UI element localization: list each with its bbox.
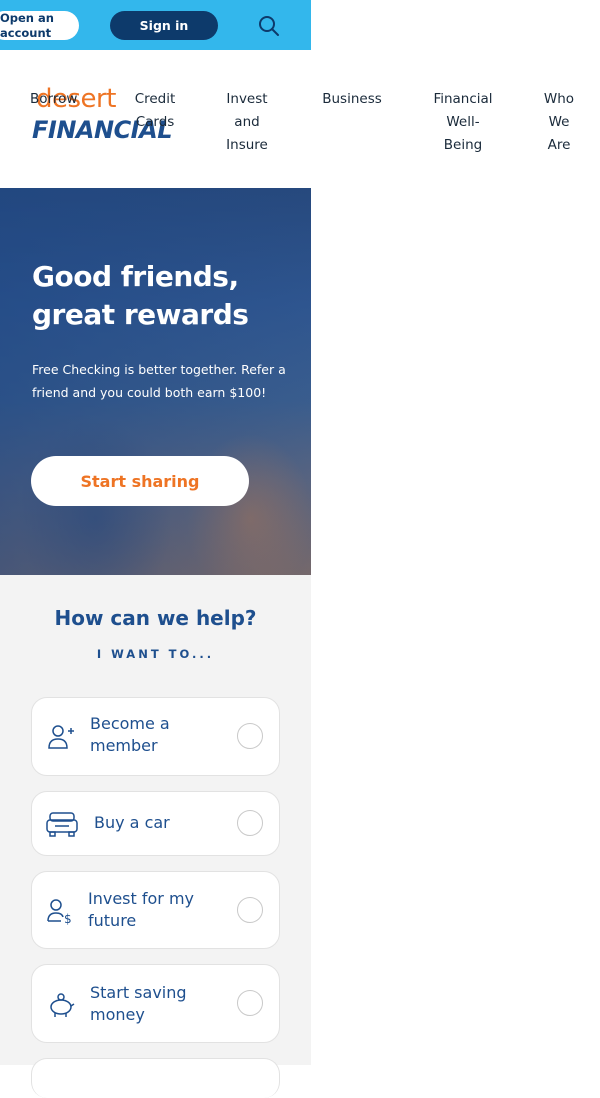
- option-label: Start saving money: [90, 983, 187, 1024]
- add-person-icon: [48, 725, 74, 749]
- start-sharing-button[interactable]: Start sharing: [31, 456, 249, 506]
- option-radio[interactable]: [237, 897, 263, 923]
- option-start-saving-money[interactable]: Start saving money: [31, 964, 280, 1043]
- option-buy-a-car[interactable]: Buy a car: [31, 791, 280, 856]
- open-account-button[interactable]: Open an account: [0, 11, 79, 40]
- nav-item-invest-and-insure[interactable]: Invest and Insure: [218, 88, 276, 157]
- nav-item-credit-cards[interactable]: Credit Cards: [128, 88, 182, 134]
- option-become-a-member[interactable]: Become a member: [31, 697, 280, 776]
- hero-text: Free Checking is better together. Refer …: [32, 362, 286, 400]
- utility-bar: Open an account Sign in: [0, 0, 311, 50]
- piggy-bank-icon: [50, 993, 75, 1017]
- option-label: Invest for my future: [88, 889, 195, 930]
- option-radio[interactable]: [237, 810, 263, 836]
- option-invest-for-my-future[interactable]: $ Invest for my future: [31, 871, 280, 949]
- help-subtitle: I WANT TO...: [96, 647, 215, 661]
- help-title: How can we help?: [54, 606, 257, 630]
- nav-item-business[interactable]: Business: [316, 88, 388, 111]
- search-icon[interactable]: [258, 15, 280, 37]
- nav-item-who-we-are[interactable]: Who We Are: [538, 88, 580, 157]
- hero-title: Good friends, great rewards: [32, 260, 249, 331]
- option-radio[interactable]: [237, 723, 263, 749]
- nav-item-borrow[interactable]: Borrow: [30, 88, 86, 111]
- option-label: Buy a car: [94, 813, 170, 832]
- option-partial[interactable]: [31, 1058, 280, 1098]
- person-money-icon: $: [47, 899, 72, 926]
- sign-in-button[interactable]: Sign in: [110, 11, 218, 40]
- svg-text:$: $: [64, 912, 72, 926]
- nav-item-financial-well-being[interactable]: Financial Well-Being: [428, 88, 498, 157]
- car-icon: [46, 812, 78, 837]
- option-radio[interactable]: [237, 990, 263, 1016]
- option-label: Become a member: [90, 714, 170, 755]
